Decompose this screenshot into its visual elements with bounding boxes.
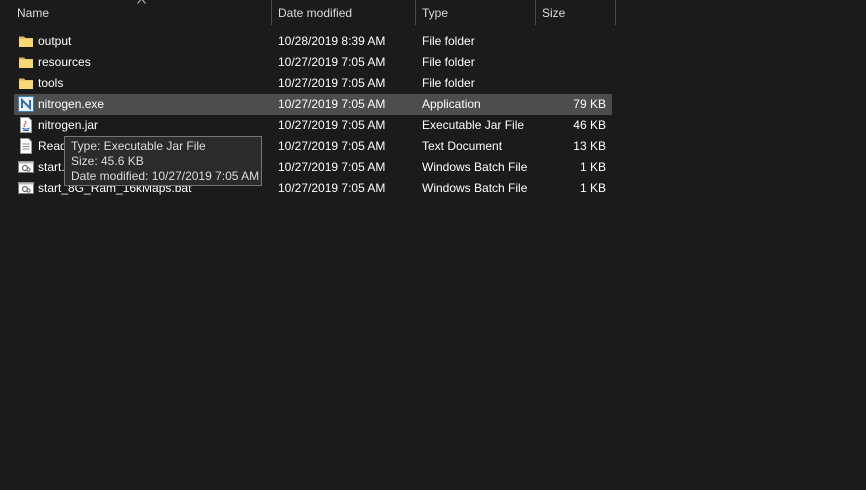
file-date-modified: 10/27/2019 7:05 AM <box>278 55 386 69</box>
sort-ascending-icon <box>137 0 146 4</box>
column-header-date[interactable]: Date modified <box>272 0 415 25</box>
column-header-name-label: Name <box>17 6 50 20</box>
column-header-bar: Name Date modified Type Size <box>0 0 616 25</box>
file-type: Text Document <box>422 139 503 153</box>
file-row[interactable]: resources 10/27/2019 7:05 AM File folder <box>14 52 612 73</box>
file-type: Windows Batch File <box>422 181 528 195</box>
file-name: nitrogen.jar <box>38 118 99 132</box>
file-name: output <box>38 34 72 48</box>
batch-file-icon <box>18 180 34 196</box>
file-info-tooltip: Type: Executable Jar File Size: 45.6 KB … <box>64 136 262 186</box>
application-icon <box>18 96 34 112</box>
folder-icon <box>18 75 34 91</box>
column-header-size[interactable]: Size <box>536 0 615 25</box>
column-resize-handle-size[interactable] <box>615 0 616 25</box>
file-type: File folder <box>422 76 475 90</box>
folder-icon <box>18 33 34 49</box>
file-name: nitrogen.exe <box>38 97 105 111</box>
file-type: Application <box>422 97 481 111</box>
column-header-type[interactable]: Type <box>416 0 535 25</box>
file-row[interactable]: tools 10/27/2019 7:05 AM File folder <box>14 73 612 94</box>
file-date-modified: 10/27/2019 7:05 AM <box>278 181 386 195</box>
column-header-date-label: Date modified <box>278 6 353 20</box>
folder-icon <box>18 54 34 70</box>
file-name: resources <box>38 55 91 69</box>
file-size: 1 KB <box>579 160 606 174</box>
file-row[interactable]: output 10/28/2019 8:39 AM File folder <box>14 31 612 52</box>
file-date-modified: 10/27/2019 7:05 AM <box>278 97 386 111</box>
file-type: File folder <box>422 34 475 48</box>
file-type: File folder <box>422 55 475 69</box>
file-date-modified: 10/27/2019 7:05 AM <box>278 139 386 153</box>
file-size: 13 KB <box>573 139 606 153</box>
tooltip-size: Size: 45.6 KB <box>71 154 144 168</box>
file-row[interactable]: nitrogen.jar 10/27/2019 7:05 AM Executable… <box>14 115 612 136</box>
file-row[interactable]: nitrogen.exe 10/27/2019 7:05 AM Applicatio… <box>14 94 612 115</box>
file-size: 79 KB <box>573 97 606 111</box>
column-header-size-label: Size <box>542 6 566 20</box>
batch-file-icon <box>18 159 34 175</box>
tooltip-type: Type: Executable Jar File <box>71 139 206 153</box>
file-date-modified: 10/27/2019 7:05 AM <box>278 160 386 174</box>
file-date-modified: 10/27/2019 7:05 AM <box>278 118 386 132</box>
file-name: tools <box>38 76 64 90</box>
file-type: Executable Jar File <box>422 118 525 132</box>
file-date-modified: 10/28/2019 8:39 AM <box>278 34 386 48</box>
jar-icon <box>18 117 34 133</box>
column-header-type-label: Type <box>422 6 449 20</box>
tooltip-date: Date modified: 10/27/2019 7:05 AM <box>71 169 260 183</box>
text-document-icon <box>18 138 34 154</box>
file-size: 1 KB <box>579 181 606 195</box>
file-size: 46 KB <box>573 118 606 132</box>
file-date-modified: 10/27/2019 7:05 AM <box>278 76 386 90</box>
file-type: Windows Batch File <box>422 160 528 174</box>
